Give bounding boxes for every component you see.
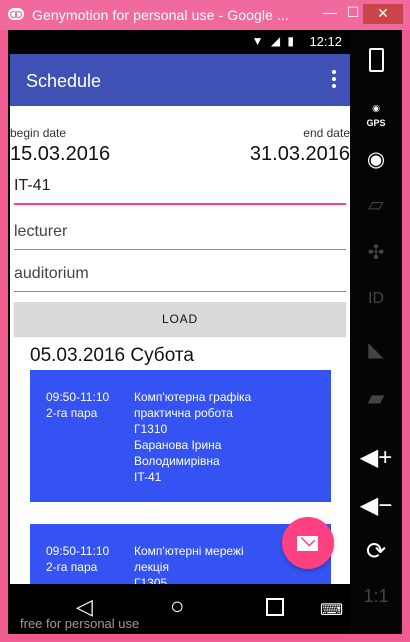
camera-icon[interactable]: ◉ [350, 147, 402, 172]
close-icon: ✕ [377, 5, 389, 21]
close-window-button[interactable]: ✕ [363, 4, 403, 24]
window-title-bar[interactable]: Genymotion for personal use - Google ...… [0, 0, 410, 30]
auditorium-input[interactable]: auditorium [14, 259, 346, 292]
minimize-button[interactable]: — [318, 4, 342, 24]
window-title: Genymotion for personal use - Google ... [32, 7, 289, 23]
auditorium-placeholder: auditorium [14, 265, 89, 282]
recent-apps-button[interactable] [266, 598, 284, 616]
load-button[interactable]: LOAD [14, 302, 346, 336]
gps-icon[interactable]: ◉ GPS [350, 99, 402, 128]
volume-up-icon[interactable]: ◀+ [350, 443, 402, 472]
android-status-bar: ▼ ◢ ▮ 12:12 [10, 30, 350, 54]
lesson-type: практична робота [134, 406, 233, 420]
app-toolbar: Schedule [10, 54, 350, 106]
date-range: begin date end date 15.03.2016 31.03.201… [10, 122, 350, 170]
lesson-card[interactable]: 09:50-11:10 2-га пара Комп'ютерна графік… [30, 370, 331, 502]
volume-down-icon[interactable]: ◀− [350, 491, 402, 520]
scale-icon[interactable]: 1:1 [350, 586, 402, 607]
lesson-lecturer-name: Баранова Ірина [134, 438, 222, 452]
messages-icon[interactable]: ▰ [350, 385, 402, 411]
lesson-type: лекція [134, 560, 169, 574]
lesson-details: Комп'ютерна графіка практична робота Г13… [134, 389, 314, 485]
personal-use-watermark: free for personal use [20, 616, 140, 631]
status-icons: ▼ ◢ ▮ [251, 34, 296, 48]
group-input[interactable]: IT-41 [14, 171, 346, 205]
emulator-window: Genymotion for personal use - Google ...… [0, 0, 410, 642]
lesson-room: Г1310 [134, 422, 168, 436]
rotate-icon[interactable]: ⟳ [350, 537, 402, 566]
end-date-picker[interactable]: 31.03.2016 [250, 143, 350, 166]
genymotion-side-toolbar: ◉ GPS ◉ ▱ ✣ ID ◣ ▰ ◀+ ◀− ⟳ 1:1 [350, 30, 402, 634]
lecturer-placeholder: lecturer [14, 223, 68, 240]
group-input-value[interactable]: IT-41 [14, 177, 50, 195]
begin-date-picker[interactable]: 15.03.2016 [10, 143, 110, 166]
lesson-pair: 2-га пара [46, 406, 98, 420]
android-screen: ▼ ◢ ▮ 12:12 Schedule begin date end date… [10, 30, 350, 634]
lecturer-input[interactable]: lecturer [14, 217, 346, 250]
maximize-button[interactable]: ☐ [341, 4, 365, 24]
move-icon[interactable]: ✣ [350, 240, 402, 265]
lesson-pair: 2-га пара [46, 560, 98, 574]
toolbar-title: Schedule [26, 71, 102, 91]
battery-icon[interactable] [350, 48, 402, 77]
home-button[interactable]: ○ [170, 593, 185, 621]
device-id-icon[interactable]: ID [350, 290, 402, 308]
more-vert-icon[interactable] [332, 70, 336, 90]
begin-date-label: begin date [10, 126, 67, 140]
network-icon[interactable]: ◣ [350, 337, 402, 362]
lesson-subject: Комп'ютерна графіка [134, 390, 252, 404]
schedule-day-title: 05.03.2016 Субота [30, 345, 194, 366]
lesson-time: 09:50-11:10 2-га пара [46, 543, 109, 575]
mail-icon [297, 536, 318, 551]
lesson-lecturer-patronymic: Володимирівна [134, 454, 220, 468]
lesson-time: 09:50-11:10 2-га пара [46, 389, 109, 421]
capture-icon[interactable]: ▱ [350, 192, 402, 217]
lesson-group: IT-41 [134, 470, 162, 484]
android-navigation-bar: ◁ ○ ⌨ free for personal use [10, 584, 350, 634]
genymotion-app-icon [8, 8, 24, 20]
send-email-fab[interactable] [282, 517, 334, 569]
status-time: 12:12 [309, 34, 342, 49]
lesson-time-range: 09:50-11:10 [46, 390, 110, 404]
end-date-label: end date [303, 126, 350, 140]
lesson-time-range: 09:50-11:10 [46, 544, 110, 558]
keyboard-icon[interactable]: ⌨ [320, 600, 343, 620]
